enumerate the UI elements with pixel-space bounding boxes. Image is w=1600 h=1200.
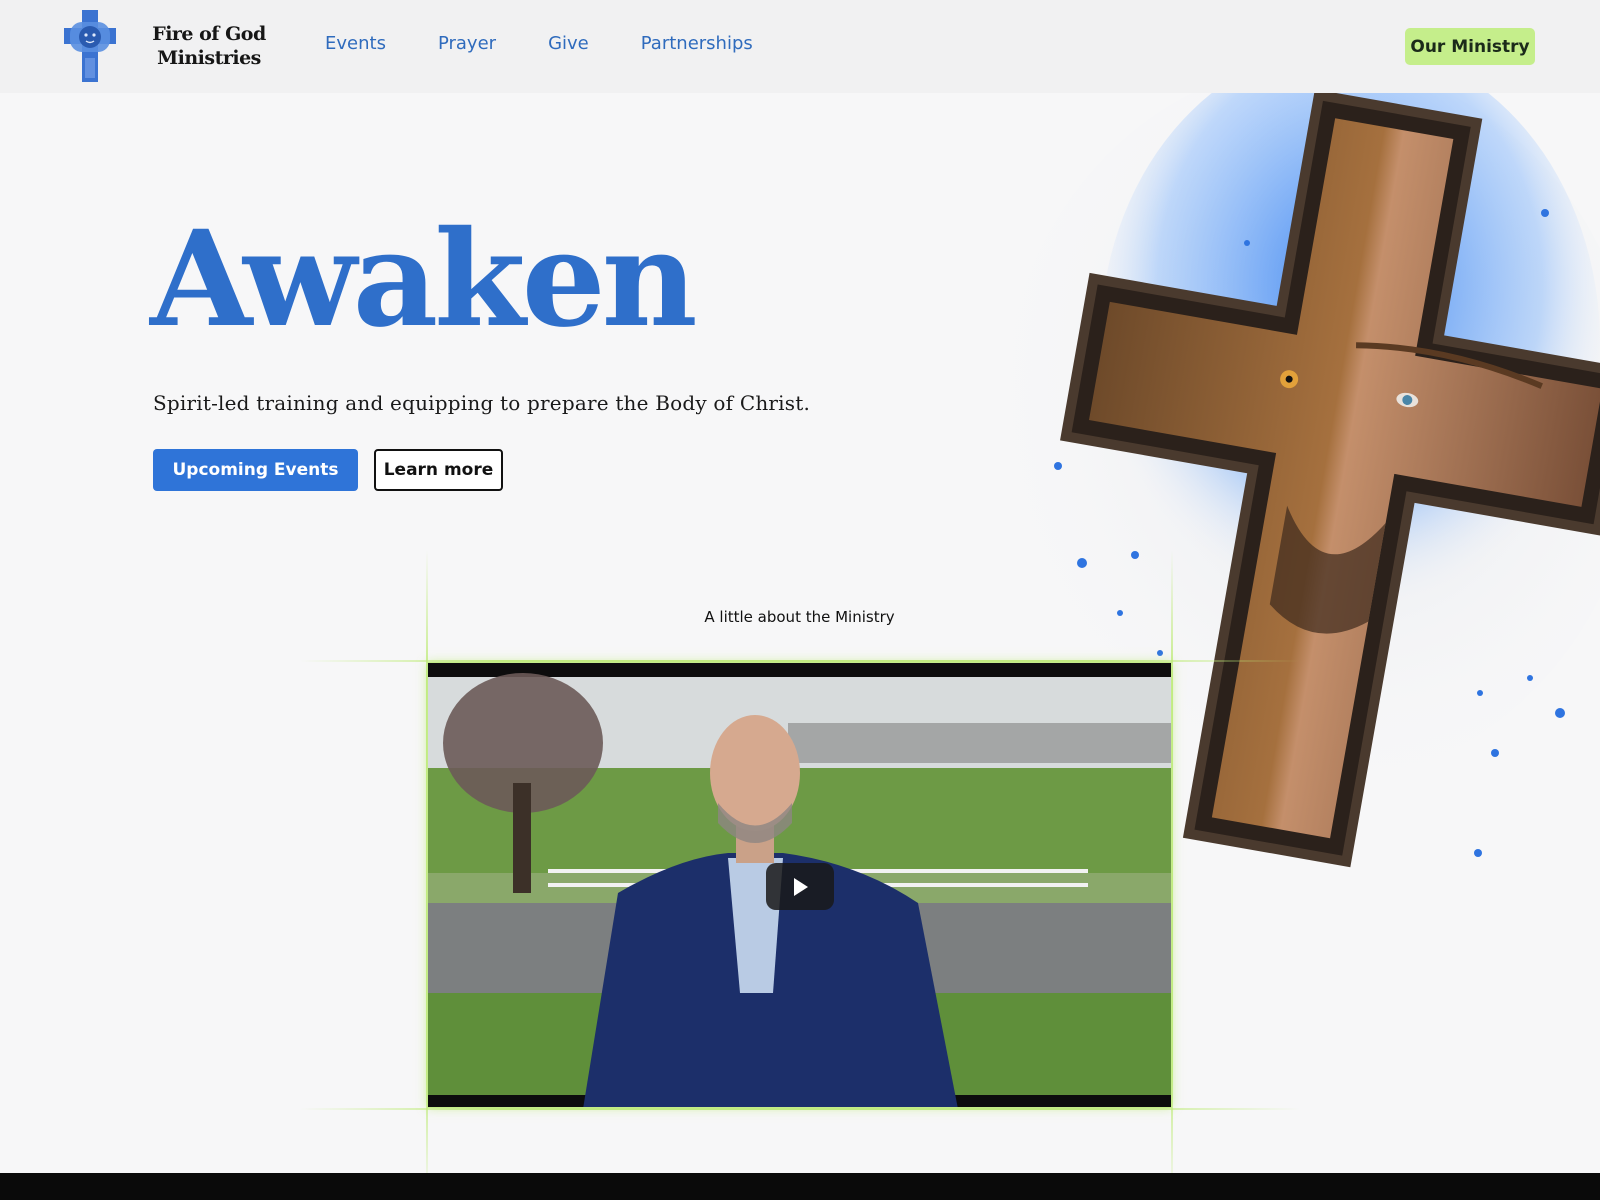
- brand-line-1: Fire of God: [152, 23, 266, 45]
- hero-title: Awaken: [150, 202, 698, 357]
- site-header: Fire of God Ministries Events Prayer Giv…: [0, 0, 1600, 93]
- play-button[interactable]: [766, 863, 834, 910]
- cross-lion-logo-icon[interactable]: [62, 8, 118, 84]
- guide-line-bottom: [300, 1108, 1300, 1110]
- main-nav: Events Prayer Give Partnerships: [325, 33, 805, 54]
- video-player[interactable]: [427, 662, 1172, 1108]
- play-icon: [794, 877, 808, 896]
- nav-partnerships[interactable]: Partnerships: [641, 33, 753, 54]
- our-ministry-button[interactable]: Our Ministry: [1405, 28, 1535, 65]
- brand-name[interactable]: Fire of God Ministries: [144, 22, 274, 70]
- learn-more-button[interactable]: Learn more: [374, 449, 503, 491]
- brand-line-2: Ministries: [157, 47, 261, 69]
- nav-events[interactable]: Events: [325, 33, 386, 54]
- upcoming-events-button[interactable]: Upcoming Events: [153, 449, 358, 491]
- hero-subtitle: Spirit-led training and equipping to pre…: [153, 391, 811, 415]
- nav-prayer[interactable]: Prayer: [438, 33, 496, 54]
- footer-strip: [0, 1173, 1600, 1200]
- video-caption: A little about the Ministry: [704, 608, 895, 626]
- nav-give[interactable]: Give: [548, 33, 589, 54]
